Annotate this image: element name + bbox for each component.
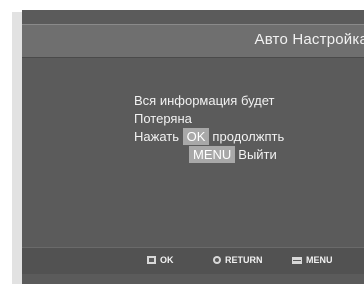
continue-label: продолжпть — [212, 129, 285, 144]
message-line-3: Нажать OK продолжпть — [134, 128, 284, 145]
footer-return-label: RETURN — [225, 255, 263, 265]
ok-key-highlight[interactable]: OK — [182, 128, 210, 145]
title-bar: Авто Настройка — [22, 24, 364, 58]
page-title: Авто Настройка — [254, 31, 364, 48]
message-line-1: Вся информация будет — [134, 93, 275, 108]
footer-return[interactable]: RETURN — [213, 255, 263, 265]
exit-label: Выйти — [238, 147, 277, 162]
enter-icon — [147, 256, 156, 264]
footer-ok[interactable]: OK — [147, 255, 174, 265]
message-line-4: MENU Выйти — [189, 146, 277, 163]
footer-ok-label: OK — [160, 255, 174, 265]
footer-menu-label: MENU — [306, 255, 333, 265]
menu-key-highlight[interactable]: MENU — [189, 146, 236, 163]
osd-panel: Авто Настройка Вся информация будет Поте… — [22, 10, 364, 284]
press-label: Нажать — [134, 129, 179, 144]
key-guide-bar: OK RETURN MENU — [22, 247, 364, 274]
footer-menu[interactable]: MENU — [292, 255, 333, 265]
return-icon — [213, 256, 221, 264]
menu-icon — [292, 256, 302, 264]
message-line-2: Потеряна — [134, 111, 192, 126]
